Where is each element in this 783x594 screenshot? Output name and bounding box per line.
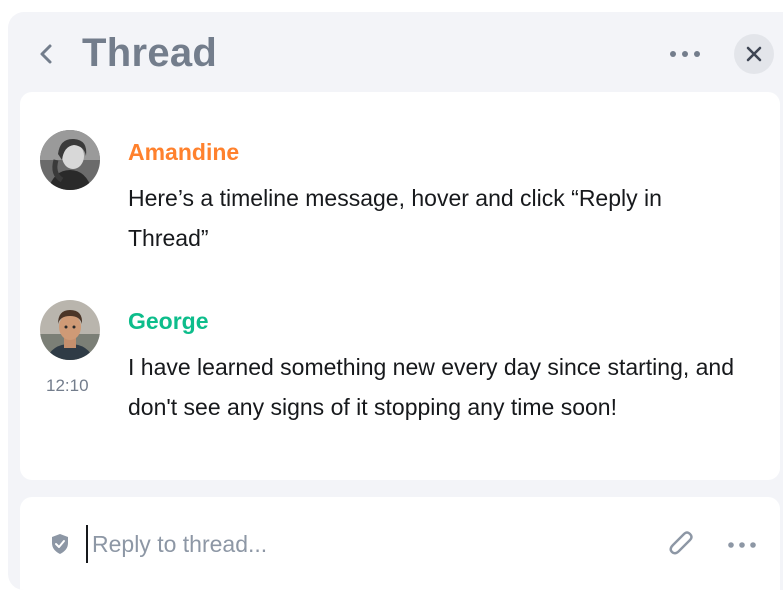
sender-name[interactable]: George [128, 307, 209, 335]
avatar[interactable] [40, 130, 100, 190]
thread-timeline: Amandine Here’s a timeline message, hove… [20, 92, 780, 480]
chevron-left-icon [40, 44, 52, 64]
close-button[interactable] [734, 34, 774, 74]
thread-options-button[interactable] [663, 36, 707, 72]
composer-options-button[interactable] [720, 525, 764, 565]
message-body: I have learned something new every day s… [128, 354, 735, 420]
thread-panel: Thread Amandine Here’s a timeline messag… [8, 12, 783, 590]
avatar-amandine [40, 130, 100, 190]
attach-button[interactable] [662, 525, 702, 565]
back-button[interactable] [32, 36, 60, 72]
thread-header: Thread [8, 12, 783, 92]
avatar[interactable] [40, 300, 100, 360]
paperclip-icon [669, 531, 693, 555]
reply-input[interactable] [86, 525, 632, 563]
message-timestamp: 12:10 [46, 376, 89, 395]
sender-name[interactable]: Amandine [128, 138, 239, 166]
shield-icon [52, 534, 68, 554]
message-body: Here’s a timeline message, hover and cli… [128, 185, 662, 251]
ellipsis-icon [670, 51, 700, 57]
ellipsis-icon [728, 542, 756, 548]
avatar-george [40, 300, 100, 360]
close-icon [746, 46, 762, 62]
thread-composer [20, 497, 780, 590]
page-title: Thread [82, 31, 218, 75]
